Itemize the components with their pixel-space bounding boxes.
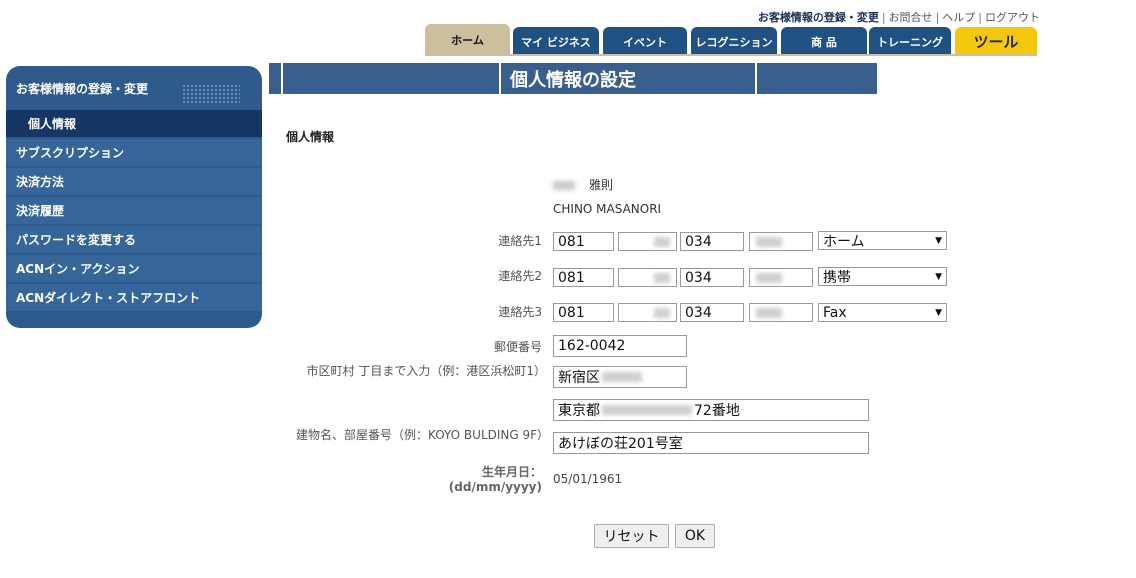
sidebar-item-acn-in-action[interactable]: ACNイン・アクション	[6, 255, 262, 282]
sidebar-item-payment-history[interactable]: 決済履歴	[6, 197, 262, 224]
contact1-area-code[interactable]: 081	[553, 232, 614, 251]
building-input[interactable]: あけぼの荘201号室	[553, 432, 869, 454]
divider	[281, 63, 283, 94]
contact1-type-select[interactable]: ホーム ▼	[818, 231, 947, 250]
redacted-text	[602, 372, 642, 382]
contact2-label: 連絡先2	[498, 269, 542, 283]
divider	[755, 63, 757, 94]
birthdate-label-line1: 生年月日：	[481, 465, 542, 479]
name-kanji: 雅則	[553, 176, 613, 193]
redacted-text	[654, 236, 670, 247]
sidebar: お客様情報の登録・変更 個人情報 サブスクリプション 決済方法 決済履歴 パスワ…	[6, 66, 262, 328]
section-heading: 個人情報	[286, 130, 335, 144]
dropdown-arrow-icon: ▼	[935, 307, 942, 318]
birthdate-label-line2: (dd/mm/yyyy)	[448, 480, 542, 494]
dot-pattern	[182, 84, 240, 104]
sidebar-item-personal-info[interactable]: 個人情報	[6, 110, 262, 137]
separator: |	[978, 11, 982, 24]
sidebar-item-change-password[interactable]: パスワードを変更する	[6, 226, 262, 253]
sidebar-item-subscription[interactable]: サブスクリプション	[6, 139, 262, 166]
address-prefix: 東京都	[558, 403, 600, 419]
contact2-extension[interactable]	[749, 268, 813, 287]
address-suffix: 72番地	[694, 403, 740, 419]
divider	[499, 63, 501, 94]
contact3-number[interactable]: 034	[680, 303, 744, 322]
redacted-text	[602, 405, 692, 415]
selected-value: ホーム	[823, 233, 865, 250]
contact2-prefix[interactable]	[618, 268, 677, 287]
tab-training[interactable]: トレーニング	[869, 27, 951, 56]
postal-code-label: 郵便番号	[493, 340, 542, 354]
city-input[interactable]: 新宿区	[553, 366, 687, 388]
contact3-type-select[interactable]: Fax ▼	[818, 303, 947, 322]
separator: |	[935, 11, 940, 24]
tab-my-business[interactable]: マイ ビジネス	[513, 27, 599, 56]
contact2-area-code[interactable]: 081	[553, 268, 614, 287]
redacted-text	[756, 307, 782, 318]
contact-link[interactable]: お問合せ	[889, 11, 933, 24]
contact1-label: 連絡先1	[498, 234, 542, 248]
redacted-text	[756, 236, 782, 247]
redacted-text	[553, 181, 575, 190]
tab-events[interactable]: イベント	[603, 27, 687, 56]
address-input[interactable]: 東京都 72番地	[553, 399, 869, 421]
dropdown-arrow-icon: ▼	[935, 235, 942, 246]
contact3-label: 連絡先3	[498, 305, 542, 319]
city-value: 新宿区	[558, 370, 600, 386]
contact2-type-select[interactable]: 携帯 ▼	[818, 267, 947, 286]
tab-home[interactable]: ホーム	[425, 24, 510, 56]
tab-tools[interactable]: ツール	[955, 27, 1037, 56]
logout-link[interactable]: ログアウト	[985, 11, 1040, 24]
selected-value: 携帯	[823, 269, 851, 286]
name-romaji: CHINO MASANORI	[553, 202, 662, 216]
contact1-extension[interactable]	[749, 232, 813, 251]
contact2-number[interactable]: 034	[680, 268, 744, 287]
birthdate-value: 05/01/1961	[553, 472, 623, 486]
sidebar-item-payment-method[interactable]: 決済方法	[6, 168, 262, 195]
help-link[interactable]: ヘルプ	[942, 11, 975, 24]
contact3-prefix[interactable]	[618, 303, 677, 322]
contact1-number[interactable]: 034	[680, 232, 744, 251]
contact3-extension[interactable]	[749, 303, 813, 322]
sidebar-header: お客様情報の登録・変更	[6, 66, 262, 110]
redacted-text	[654, 272, 670, 283]
contact3-area-code[interactable]: 081	[553, 303, 614, 322]
separator: |	[881, 11, 886, 24]
ok-button[interactable]: OK	[675, 524, 715, 548]
tabs-underline	[425, 54, 1037, 56]
redacted-text	[756, 272, 782, 283]
page-title-bar: 個人情報の設定	[269, 63, 877, 94]
given-name-kanji: 雅則	[589, 178, 614, 192]
page-title: 個人情報の設定	[510, 69, 636, 91]
selected-value: Fax	[823, 304, 847, 321]
postal-code-input[interactable]: 162-0042	[553, 335, 687, 357]
sidebar-title: お客様情報の登録・変更	[16, 81, 149, 96]
contact1-prefix[interactable]	[618, 232, 677, 251]
tab-recognition[interactable]: レコグニション	[691, 27, 777, 56]
building-label: 建物名、部屋番号（例：KOYO BULDING 9F）	[296, 428, 550, 442]
dropdown-arrow-icon: ▼	[935, 271, 942, 282]
tab-products[interactable]: 商 品	[781, 27, 867, 56]
city-label: 市区町村 丁目まで入力（例：港区浜松町1）	[306, 364, 546, 378]
birthdate-label: 生年月日： (dd/mm/yyyy)	[292, 465, 542, 495]
reset-button[interactable]: リセット	[594, 524, 669, 548]
top-links: お客様情報の登録・変更 | お問合せ | ヘルプ | ログアウト	[758, 9, 1040, 25]
account-settings-link[interactable]: お客様情報の登録・変更	[758, 11, 879, 24]
sidebar-item-acn-direct-storefront[interactable]: ACNダイレクト・ストアフロント	[6, 284, 262, 311]
redacted-text	[654, 307, 670, 318]
